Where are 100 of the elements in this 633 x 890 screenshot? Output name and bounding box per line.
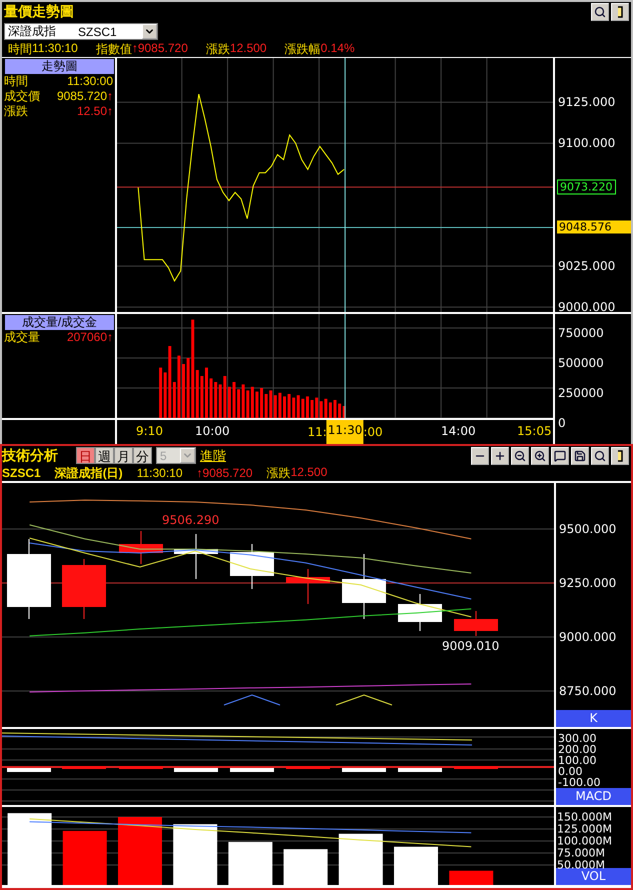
axis-label: 9000.000 bbox=[558, 300, 616, 312]
quote-price: ↑9085.720 bbox=[196, 466, 253, 480]
macd-bar bbox=[342, 768, 386, 772]
legend-value: 207060 bbox=[66, 330, 107, 345]
quote-value: 0.14% bbox=[320, 40, 355, 56]
legend-value: 9085.720 bbox=[56, 89, 107, 104]
speech-bubble-icon bbox=[554, 450, 566, 462]
quote-value: 11:30:10 bbox=[32, 40, 78, 56]
axis-label: 100.00 bbox=[558, 755, 598, 766]
axis-label: 200.00 bbox=[558, 744, 598, 755]
macd-bar bbox=[454, 766, 498, 769]
quote-value: ↑9085.720 bbox=[132, 40, 188, 56]
axis-label: 9500.000 bbox=[559, 522, 616, 536]
volume-bar bbox=[173, 824, 218, 885]
up-arrow: ↑ bbox=[107, 89, 113, 104]
quote-label: 漲跌 bbox=[266, 464, 291, 482]
legend-value: 11:30:00 bbox=[67, 74, 113, 89]
candlestick bbox=[230, 544, 274, 590]
index-name: 深證成指(日) bbox=[54, 464, 123, 482]
up-arrow: ↑ bbox=[107, 330, 113, 345]
candlestick bbox=[398, 594, 442, 632]
quote-label: 指數值 bbox=[96, 40, 132, 58]
axis-label: 9100.000 bbox=[558, 136, 616, 150]
quote-label: 漲跌幅 bbox=[284, 40, 321, 58]
pane-label: VOL bbox=[556, 868, 631, 885]
reference-value-label: 9073.220 bbox=[557, 180, 616, 195]
search-button[interactable] bbox=[591, 3, 609, 21]
macd-bar bbox=[62, 766, 106, 769]
period-tab[interactable]: 月 bbox=[114, 447, 133, 464]
axis-label: 9125.000 bbox=[558, 95, 616, 110]
zoom-in-icon bbox=[534, 450, 546, 462]
reference-value-label: 9048.576 bbox=[557, 220, 631, 234]
candlestick bbox=[454, 610, 498, 636]
volume-bar bbox=[284, 849, 328, 885]
macd-bar bbox=[7, 768, 51, 772]
time-axis-label: 10:00 bbox=[195, 424, 230, 438]
period-tab[interactable]: 分 bbox=[133, 447, 152, 464]
toolbar-button[interactable] bbox=[551, 446, 569, 464]
candlestick bbox=[342, 554, 386, 620]
pane-label: K bbox=[556, 710, 631, 727]
quote-time: 11:30:10 bbox=[136, 466, 183, 480]
panel-button[interactable] bbox=[611, 3, 629, 21]
toolbar-button[interactable] bbox=[531, 446, 549, 464]
time-axis-label: 11: bbox=[307, 425, 327, 439]
time-axis-label: 9:10 bbox=[136, 424, 163, 438]
advanced-link[interactable]: 進階 bbox=[200, 446, 226, 464]
index-dropdown[interactable]: 深證成指 SZSC1 bbox=[4, 23, 158, 40]
time-axis-label: 15:05 bbox=[517, 424, 552, 438]
macd-bar bbox=[398, 768, 442, 772]
axis-label: 100.000M bbox=[557, 834, 612, 848]
legend-label: 時間 bbox=[4, 74, 28, 89]
legend-label: 成交量 bbox=[4, 330, 40, 345]
axis-label: -100.00 bbox=[558, 777, 602, 788]
pane-label: MACD bbox=[556, 788, 631, 805]
quote-value: 12.500 bbox=[230, 40, 267, 56]
axis-label: 9000.000 bbox=[559, 630, 616, 644]
zoom-out-icon bbox=[514, 450, 526, 462]
toolbar-button[interactable] bbox=[571, 446, 589, 464]
candlestick bbox=[174, 534, 218, 580]
volume-bar bbox=[394, 846, 438, 885]
axis-label: 9250.000 bbox=[559, 576, 616, 590]
quote-label: 漲跌 bbox=[206, 40, 230, 58]
axis-label: 250000 bbox=[558, 386, 604, 400]
axis-label: 500000 bbox=[558, 356, 604, 370]
save-icon bbox=[574, 450, 586, 462]
candlestick bbox=[62, 558, 106, 620]
quote-label: 時間 bbox=[8, 40, 32, 58]
axis-label: 0.00 bbox=[558, 766, 582, 777]
period-tab[interactable]: 週 bbox=[95, 447, 114, 464]
plus-icon bbox=[494, 450, 506, 462]
volume-bar bbox=[228, 842, 272, 885]
quote-value: 12.500 bbox=[290, 464, 328, 480]
time-axis-label: 14:00 bbox=[441, 424, 476, 438]
search-icon bbox=[594, 6, 606, 18]
window-title: 量價走勢圖 bbox=[4, 3, 74, 21]
toolbar-button[interactable] bbox=[611, 446, 629, 464]
volume-bar bbox=[8, 813, 52, 885]
axis-label: 8750.000 bbox=[559, 684, 616, 698]
macd-bar bbox=[174, 768, 218, 772]
toolbar-button[interactable] bbox=[511, 446, 529, 464]
axis-label: 300.00 bbox=[558, 733, 598, 744]
volume-bar bbox=[205, 368, 208, 418]
toolbar-button[interactable] bbox=[491, 446, 509, 464]
bracket-icon bbox=[615, 6, 625, 18]
search-icon bbox=[594, 450, 606, 462]
legend-header: 走勢圖 bbox=[5, 59, 114, 74]
toolbar-button[interactable] bbox=[591, 446, 609, 464]
toolbar-button[interactable] bbox=[471, 446, 489, 464]
time-axis-label: :00 bbox=[363, 425, 383, 439]
up-arrow: ↑ bbox=[107, 104, 113, 119]
macd-bar bbox=[286, 766, 330, 769]
macd-bar bbox=[119, 766, 163, 769]
volume-bar bbox=[334, 400, 336, 418]
legend-label: 成交價 bbox=[4, 89, 40, 104]
bracket-icon bbox=[615, 450, 625, 462]
macd-bar bbox=[230, 768, 274, 772]
low-price-label: 9009.010 bbox=[442, 639, 500, 653]
axis-label: 75.000M bbox=[557, 846, 605, 860]
candlestick bbox=[119, 530, 163, 564]
volume-bar bbox=[449, 870, 494, 885]
